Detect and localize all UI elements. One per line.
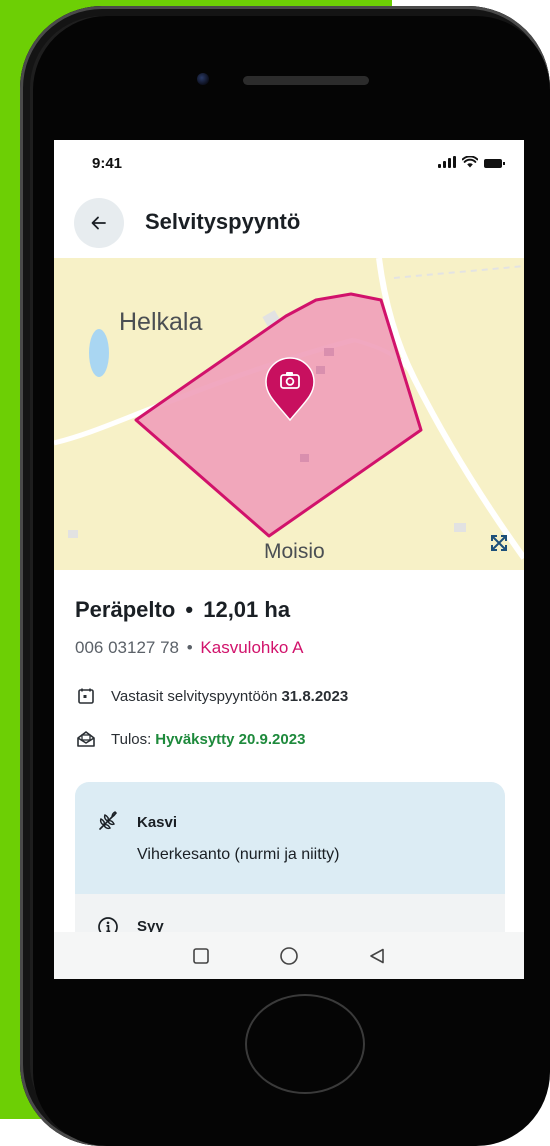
map-building-2 — [454, 523, 466, 532]
recents-button[interactable] — [187, 942, 215, 970]
crop-label: Kasvi — [137, 814, 178, 831]
crop-card: Kasvi Viherkesanto (nurmi ja niitty) — [75, 782, 505, 894]
block-link[interactable]: Kasvulohko A — [200, 638, 303, 657]
status-bar: 9:41 — [54, 140, 524, 190]
map-label-moisio: Moisio — [264, 540, 325, 563]
wheat-icon — [99, 811, 117, 830]
response-date: 31.8.2023 — [281, 687, 349, 705]
result-prefix: Tulos: — [111, 730, 152, 748]
arrow-left-icon — [91, 216, 106, 230]
response-text: Vastasit selvityspyyntöön — [111, 687, 278, 705]
result-row: Tulos: Hyväksytty 20.9.2023 — [75, 728, 305, 750]
status-icons — [438, 156, 505, 168]
circle-icon — [280, 946, 298, 965]
nav-back-button[interactable] — [363, 942, 391, 970]
signal-icon — [438, 156, 456, 168]
field-subtitle: 006 03127 78 • Kasvulohko A — [75, 638, 303, 658]
status-time: 9:41 — [92, 155, 123, 172]
phone-home-button[interactable] — [245, 994, 365, 1094]
field-sub-separator: • — [186, 638, 193, 657]
battery-icon — [484, 159, 505, 168]
field-id: 006 03127 78 — [75, 638, 179, 657]
field-title: Peräpelto • 12,01 ha — [75, 597, 290, 623]
response-row: Vastasit selvityspyyntöön 31.8.2023 — [75, 685, 348, 707]
page-title: Selvityspyyntö — [145, 209, 301, 234]
square-icon — [193, 947, 209, 964]
inbox-icon — [75, 728, 97, 750]
back-button[interactable] — [74, 198, 124, 248]
triangle-back-icon — [370, 948, 384, 963]
calendar-icon — [75, 685, 97, 707]
map-building-4 — [324, 348, 334, 356]
field-area: 12,01 ha — [203, 597, 291, 622]
wifi-icon — [462, 156, 478, 168]
earpiece-speaker — [243, 76, 369, 85]
result-value: Hyväksytty 20.9.2023 — [155, 730, 306, 748]
field-name: Peräpelto — [75, 597, 176, 622]
map-label-helkala: Helkala — [119, 308, 202, 336]
map-building-3 — [68, 530, 78, 538]
phone-screen: 9:41 Selvityspyyntö Helkala Moisio Peräp… — [54, 140, 524, 979]
map-building-6 — [300, 454, 309, 462]
parcel-map[interactable]: Helkala Moisio — [54, 258, 524, 570]
map-building-5 — [316, 366, 325, 374]
field-title-separator: • — [185, 597, 194, 622]
android-nav-bar — [54, 932, 524, 979]
front-camera — [197, 73, 209, 85]
app-bar: Selvityspyyntö — [54, 190, 524, 258]
crop-value: Viherkesanto (nurmi ja niitty) — [137, 846, 340, 863]
home-button[interactable] — [275, 942, 303, 970]
map-water — [89, 329, 109, 377]
